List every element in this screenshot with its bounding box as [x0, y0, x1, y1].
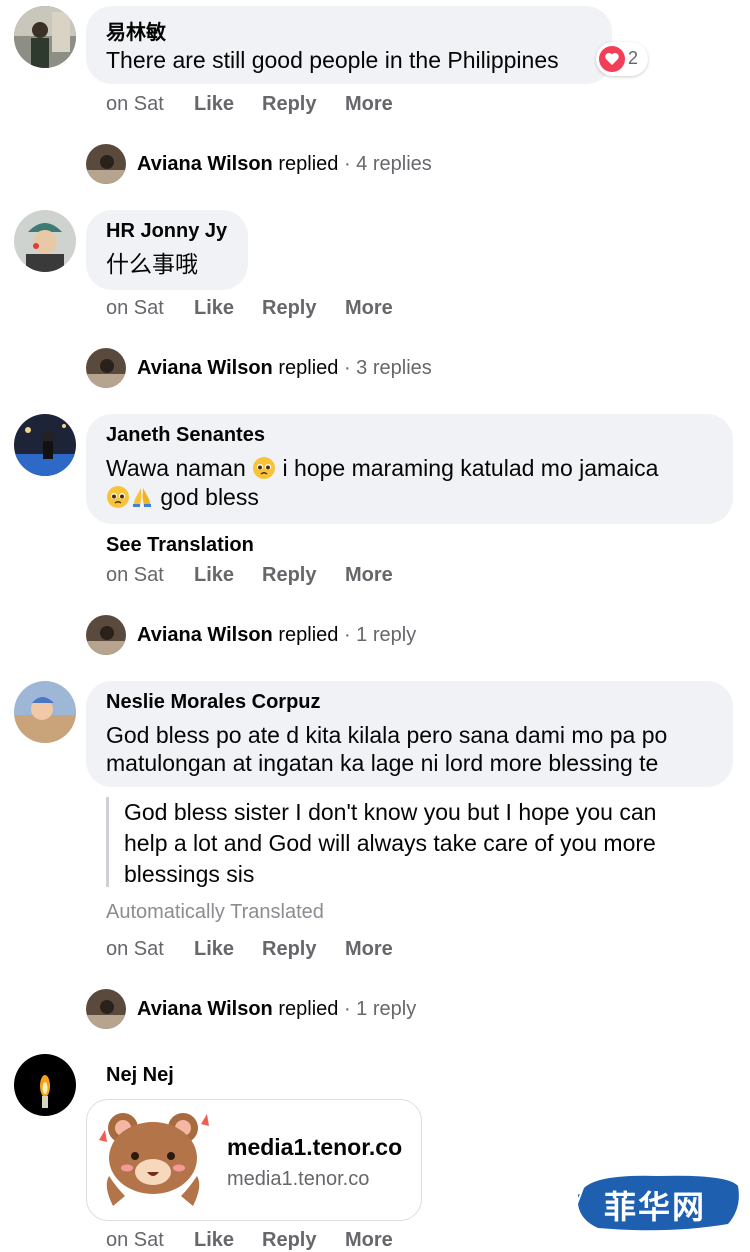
- reply-count: · 1 reply: [343, 998, 417, 1020]
- pleading-face-icon: [107, 486, 129, 508]
- comment-timestamp[interactable]: on Sat: [106, 297, 164, 320]
- avatar-photo-icon: [86, 989, 126, 1029]
- pleading-face-icon: [253, 457, 276, 479]
- watermark-text: 菲华网: [604, 1188, 707, 1226]
- candle-avatar-icon: [14, 1054, 76, 1116]
- more-button[interactable]: More: [345, 1229, 393, 1252]
- replied-label: replied: [278, 357, 339, 379]
- heart-reaction-icon: [599, 46, 625, 72]
- like-button[interactable]: Like: [194, 564, 234, 587]
- reply-author: Aviana Wilson: [137, 624, 273, 646]
- like-button[interactable]: Like: [194, 938, 234, 961]
- reply-author: Aviana Wilson: [137, 357, 273, 379]
- commenter-avatar[interactable]: [14, 1054, 76, 1116]
- translation-divider: [106, 797, 109, 887]
- view-replies-link[interactable]: Aviana Wilson replied · 1 reply: [137, 998, 416, 1021]
- like-button[interactable]: Like: [194, 297, 234, 320]
- comment-timestamp[interactable]: on Sat: [106, 938, 164, 961]
- comment-author[interactable]: Janeth Senantes: [106, 424, 265, 447]
- comment-author[interactable]: 易林敏: [106, 16, 166, 45]
- reaction-badge[interactable]: 2: [596, 42, 648, 76]
- reply-button[interactable]: Reply: [262, 564, 316, 587]
- reply-button[interactable]: Reply: [262, 297, 316, 320]
- reply-avatar[interactable]: [86, 989, 126, 1029]
- avatar-photo-icon: [86, 144, 126, 184]
- reaction-count: 2: [628, 48, 639, 68]
- comment-author[interactable]: Nej Nej: [106, 1064, 174, 1087]
- avatar-photo-icon: [14, 414, 76, 476]
- translated-text-line3: blessings sis: [124, 861, 255, 887]
- see-translation-link[interactable]: See Translation: [106, 534, 254, 557]
- reply-button[interactable]: Reply: [262, 93, 316, 116]
- view-replies-link[interactable]: Aviana Wilson replied · 4 replies: [137, 153, 432, 176]
- link-title: media1.tenor.co: [227, 1134, 403, 1160]
- comment-text: There are still good people in the Phili…: [106, 47, 559, 73]
- folded-hands-icon: [133, 488, 151, 507]
- reply-avatar[interactable]: [86, 348, 126, 388]
- replied-label: replied: [278, 153, 339, 175]
- commenter-avatar[interactable]: [14, 681, 76, 743]
- auto-translated-label[interactable]: Automatically Translated: [106, 901, 324, 924]
- more-button[interactable]: More: [345, 938, 393, 961]
- comment-timestamp[interactable]: on Sat: [106, 93, 164, 116]
- bear-sticker-icon: [99, 1113, 209, 1206]
- view-replies-link[interactable]: Aviana Wilson replied · 3 replies: [137, 357, 432, 380]
- reply-author: Aviana Wilson: [137, 153, 273, 175]
- reply-author: Aviana Wilson: [137, 998, 273, 1020]
- commenter-avatar[interactable]: [14, 6, 76, 68]
- reply-button[interactable]: Reply: [262, 1229, 316, 1252]
- avatar-photo-icon: [14, 210, 76, 272]
- replied-label: replied: [278, 998, 339, 1020]
- reply-avatar[interactable]: [86, 615, 126, 655]
- avatar-photo-icon: [86, 348, 126, 388]
- comment-timestamp[interactable]: on Sat: [106, 564, 164, 587]
- comment-timestamp[interactable]: on Sat: [106, 1229, 164, 1252]
- avatar-photo-icon: [86, 615, 126, 655]
- translated-text-line1: God bless sister I don't know you but I …: [124, 799, 657, 825]
- comment-text-line2: matulongan at ingatan ka lage ni lord mo…: [106, 750, 659, 776]
- comment-author[interactable]: Neslie Morales Corpuz: [106, 691, 321, 714]
- link-preview-card[interactable]: media1.tenor.co media1.tenor.co: [86, 1099, 422, 1221]
- reply-button[interactable]: Reply: [262, 938, 316, 961]
- link-domain: media1.tenor.co: [227, 1168, 370, 1190]
- commenter-avatar[interactable]: [14, 414, 76, 476]
- comment-text: 什么事哦: [106, 251, 198, 277]
- reply-count: · 4 replies: [343, 153, 432, 175]
- comment-text-line1: God bless po ate d kita kilala pero sana…: [106, 722, 668, 748]
- replied-label: replied: [278, 624, 339, 646]
- comment-author[interactable]: HR Jonny Jy: [106, 220, 227, 243]
- view-replies-link[interactable]: Aviana Wilson replied · 1 reply: [137, 624, 416, 647]
- more-button[interactable]: More: [345, 564, 393, 587]
- comment-text-part: i hope maraming katulad mo jamaica: [282, 455, 659, 481]
- comment-text-part: god bless: [160, 484, 259, 510]
- avatar-photo-icon: [14, 6, 76, 68]
- watermark-logo: 菲华网: [578, 1168, 742, 1236]
- comment-text: Wawa naman i hope maraming katulad mo ja…: [106, 454, 658, 483]
- reply-count: · 1 reply: [343, 624, 417, 646]
- comment-text-part: Wawa naman: [106, 455, 246, 481]
- reply-avatar[interactable]: [86, 144, 126, 184]
- avatar-photo-icon: [14, 681, 76, 743]
- commenter-avatar[interactable]: [14, 210, 76, 272]
- translated-text-line2: help a lot and God will always take care…: [124, 830, 656, 856]
- more-button[interactable]: More: [345, 93, 393, 116]
- like-button[interactable]: Like: [194, 93, 234, 116]
- comment-text-line2: god bless: [106, 483, 259, 512]
- more-button[interactable]: More: [345, 297, 393, 320]
- reply-count: · 3 replies: [343, 357, 432, 379]
- like-button[interactable]: Like: [194, 1229, 234, 1252]
